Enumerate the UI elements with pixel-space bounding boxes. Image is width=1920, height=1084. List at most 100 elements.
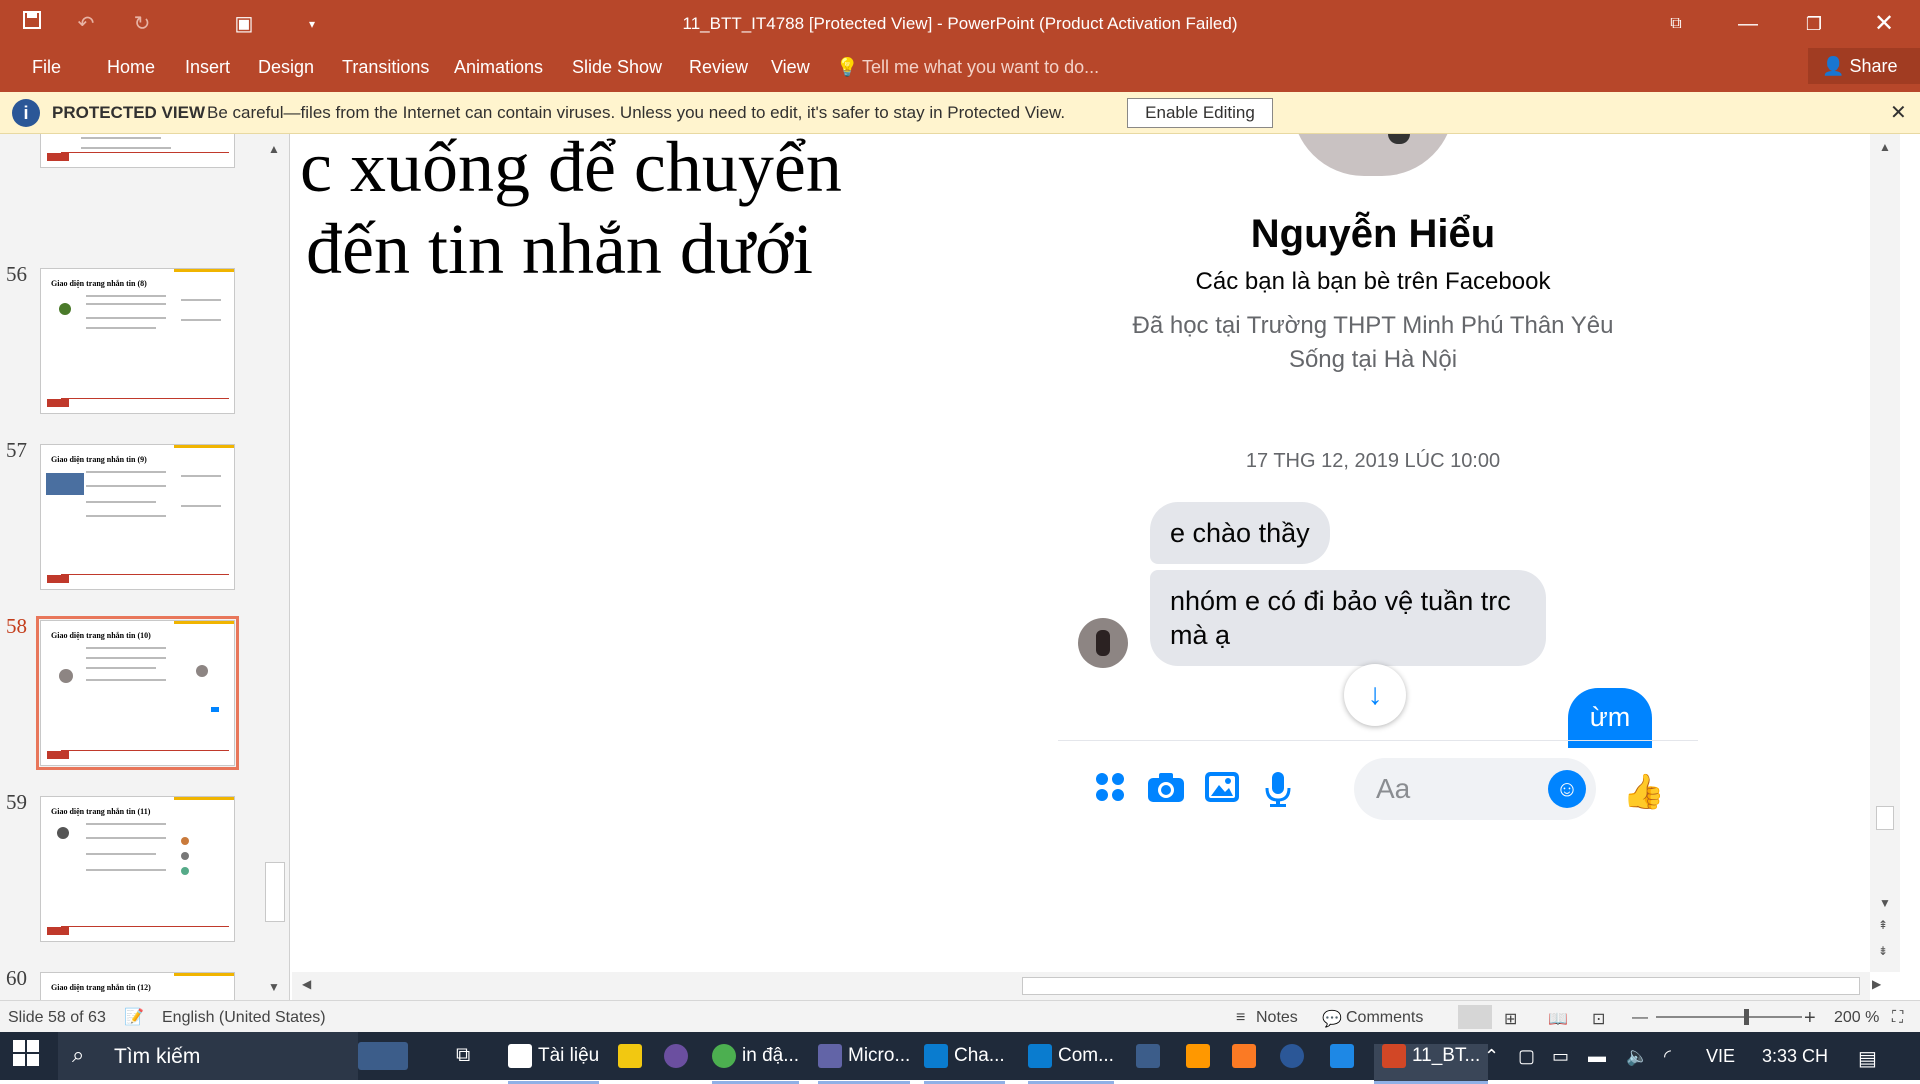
thumbnail-scrollbar[interactable]: ▲ ▼ [262,134,286,1000]
thumbnail-title: Giao diện trang nhắn tin (8) [51,279,147,288]
restore-icon[interactable]: ❐ [1794,8,1834,40]
reading-view-icon[interactable]: 📖 [1548,1009,1568,1029]
tab-insert[interactable]: Insert [185,57,230,78]
close-icon[interactable]: ✕ [1864,8,1904,40]
tab-home[interactable]: Home [107,57,155,78]
taskbar-app-vscode-1[interactable]: Cha... [924,1044,1005,1084]
screen-tray-icon[interactable]: ▭ [1552,1046,1569,1067]
tab-review[interactable]: Review [689,57,748,78]
window-title: 11_BTT_IT4788 [Protected View] - PowerPo… [682,14,1238,33]
camera-tray-icon[interactable]: ▢ [1518,1046,1535,1067]
scroll-thumb[interactable] [1876,806,1894,830]
battery-icon[interactable]: ▬ [1588,1046,1606,1067]
fit-to-window-icon[interactable]: ⛶ [1892,1009,1903,1027]
next-slide-icon[interactable]: ⇟ [1878,944,1888,958]
taskbar-app-documents[interactable]: Tài liệu [508,1044,600,1084]
tab-transitions[interactable]: Transitions [342,57,429,78]
zoom-slider[interactable] [1656,1009,1802,1025]
divider [1058,740,1698,741]
vertical-scrollbar[interactable]: ▲ ▼ ⇞ ⇟ [1870,134,1900,972]
horizontal-scrollbar[interactable]: ◀ ▶ [292,972,1881,1000]
slide: c xuống để chuyển đến tin nhắn dưới Nguy… [292,134,1870,972]
normal-view-icon[interactable] [1458,1005,1492,1029]
slideshow-view-icon[interactable]: ⊡ [1592,1009,1605,1029]
zoom-in-icon[interactable]: + [1804,1007,1816,1030]
enable-editing-button[interactable]: Enable Editing [1127,98,1273,128]
tab-animations[interactable]: Animations [454,57,543,78]
profile-avatar [1292,134,1454,176]
search-placeholder: Tìm kiếm [114,1045,201,1068]
scroll-thumb[interactable] [1022,977,1860,995]
spelling-icon[interactable]: 📝 [124,1007,144,1027]
vscode-icon [1028,1044,1052,1068]
slide-thumbnail-55[interactable] [40,134,235,168]
zoom-slider-thumb[interactable] [1744,1009,1749,1025]
wifi-icon[interactable]: ◜ [1664,1046,1671,1067]
ribbon-display-icon[interactable]: ⧉ [1656,8,1696,40]
thumbs-up-icon[interactable]: 👍 [1622,770,1666,814]
clock[interactable]: 3:33 CH [1762,1046,1828,1067]
slide-thumbnail-60[interactable]: Giao diện trang nhắn tin (12) [40,972,235,1000]
close-bar-icon[interactable]: ✕ [1890,100,1907,125]
show-hidden-icons[interactable]: ⌃ [1484,1046,1499,1067]
taskbar-app-powerpoint[interactable]: 11_BT... [1374,1044,1489,1084]
apps-grid-icon[interactable] [1088,770,1132,814]
tab-file[interactable]: File [32,57,61,78]
vscode-icon [924,1044,948,1068]
tab-design[interactable]: Design [258,57,314,78]
camera-icon[interactable] [1144,770,1188,814]
comments-icon: 💬 [1322,1011,1342,1028]
zoom-level[interactable]: 200 % [1834,1009,1879,1027]
slide-thumbnail-58[interactable]: Giao diện trang nhắn tin (10) [36,616,239,770]
minimize-icon[interactable]: — [1728,8,1768,40]
slide-number: 58 [6,614,27,638]
comments-button[interactable]: Comments [1346,1009,1423,1027]
taskbar-label: Com... [1058,1045,1114,1067]
eclipse-icon[interactable] [664,1044,694,1084]
slide-number: 59 [6,790,27,814]
taskbar-search[interactable]: ⌕ Tìm kiếm [58,1032,408,1080]
microphone-icon[interactable] [1256,770,1300,814]
notifications-icon[interactable]: ▤ [1858,1046,1877,1071]
sticky-notes-icon[interactable] [618,1044,648,1084]
taskbar-label: 11_BT... [1412,1045,1481,1067]
slide-sorter-icon[interactable]: ⊞ [1504,1009,1517,1029]
taskbar-app-teams[interactable]: Micro... [818,1044,911,1084]
mail-icon[interactable] [1330,1044,1360,1084]
language-indicator[interactable]: English (United States) [162,1009,326,1027]
share-label: Share [1849,56,1898,76]
message-input[interactable]: Aa ☺ [1354,758,1596,820]
emoji-icon[interactable]: ☺ [1548,770,1586,808]
zoom-out-icon[interactable]: — [1632,1009,1648,1027]
task-view-icon[interactable]: ⧉ [456,1044,470,1084]
education-info: Đã học tại Trường THPT Minh Phú Thân Yêu [1132,312,1614,339]
sublime-icon[interactable] [1186,1044,1216,1084]
volume-icon[interactable]: 🔈 [1626,1046,1648,1067]
taskbar-app-chrome[interactable]: in đậ... [712,1044,800,1084]
previous-slide-icon[interactable]: ⇞ [1878,918,1888,932]
taskbar-label: in đậ... [742,1045,800,1067]
slide-number: 60 [6,966,27,990]
taskbar-label: Tài liệu [538,1045,600,1067]
tell-me-search[interactable]: Tell me what you want to do... [862,57,1099,78]
slide-thumbnail-59[interactable]: Giao diện trang nhắn tin (11) [40,796,235,942]
message-timestamp: 17 THG 12, 2019 LÚC 10:00 [1245,450,1501,472]
notes-button[interactable]: Notes [1256,1009,1298,1027]
input-language[interactable]: VIE [1706,1046,1735,1067]
tab-slide-show[interactable]: Slide Show [572,57,662,78]
taskbar-app-vscode-2[interactable]: Com... [1028,1044,1114,1084]
arrow-down-icon[interactable]: ↓ [1344,664,1406,726]
share-button[interactable]: 👤 Share [1808,48,1920,84]
shield-info-icon: i [12,99,40,127]
title-bar: ↶ ↻ ▣ ▾ 11_BTT_IT4788 [Protected View] -… [0,0,1920,48]
thumbnail-title: Giao diện trang nhắn tin (11) [51,807,151,816]
windows-start-icon[interactable] [10,1040,42,1072]
tab-view[interactable]: View [771,57,810,78]
image-icon[interactable] [1200,770,1244,814]
sent-message: ừm [1568,688,1652,748]
slide-thumbnail-57[interactable]: Giao diện trang nhắn tin (9) [40,444,235,590]
word-icon[interactable] [1280,1044,1310,1084]
slide-thumbnail-56[interactable]: Giao diện trang nhắn tin (8) [40,268,235,414]
xampp-icon[interactable] [1232,1044,1262,1084]
dev-tool-icon[interactable] [1136,1044,1166,1084]
